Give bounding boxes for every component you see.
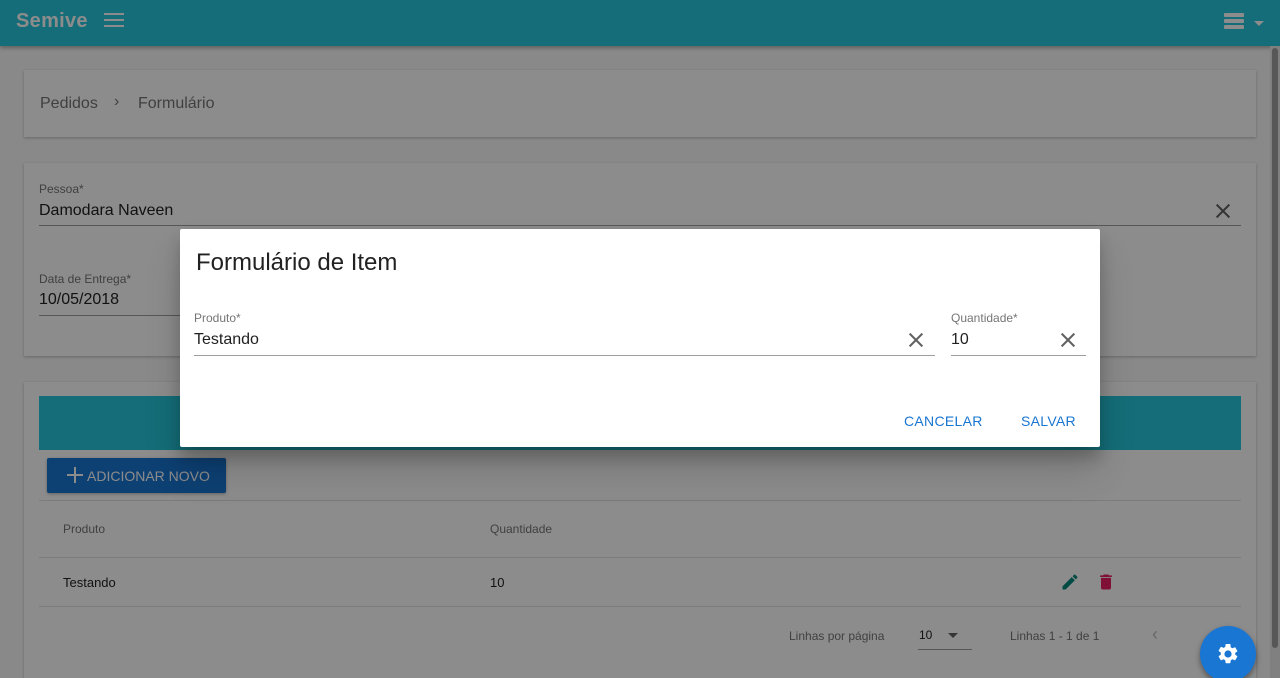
product-clear-icon[interactable] [906,330,926,350]
settings-fab[interactable] [1200,626,1256,678]
cancel-label: CANCELAR [904,413,983,429]
gear-icon [1218,643,1238,664]
dialog-title: Formulário de Item [196,249,398,276]
quantity-underline [951,355,1086,356]
quantity-label: Quantidade* [951,311,1018,325]
product-label: Produto* [194,311,241,325]
product-underline [194,355,935,356]
quantity-field[interactable]: 10 [951,331,969,349]
product-field[interactable]: Testando [194,331,259,349]
save-label: SALVAR [1021,413,1076,429]
cancel-button[interactable]: CANCELAR [904,413,983,429]
quantity-clear-icon[interactable] [1058,330,1078,350]
save-button[interactable]: SALVAR [1021,413,1076,429]
item-form-dialog: Formulário de Item Produto* Testando Qua… [180,229,1100,447]
